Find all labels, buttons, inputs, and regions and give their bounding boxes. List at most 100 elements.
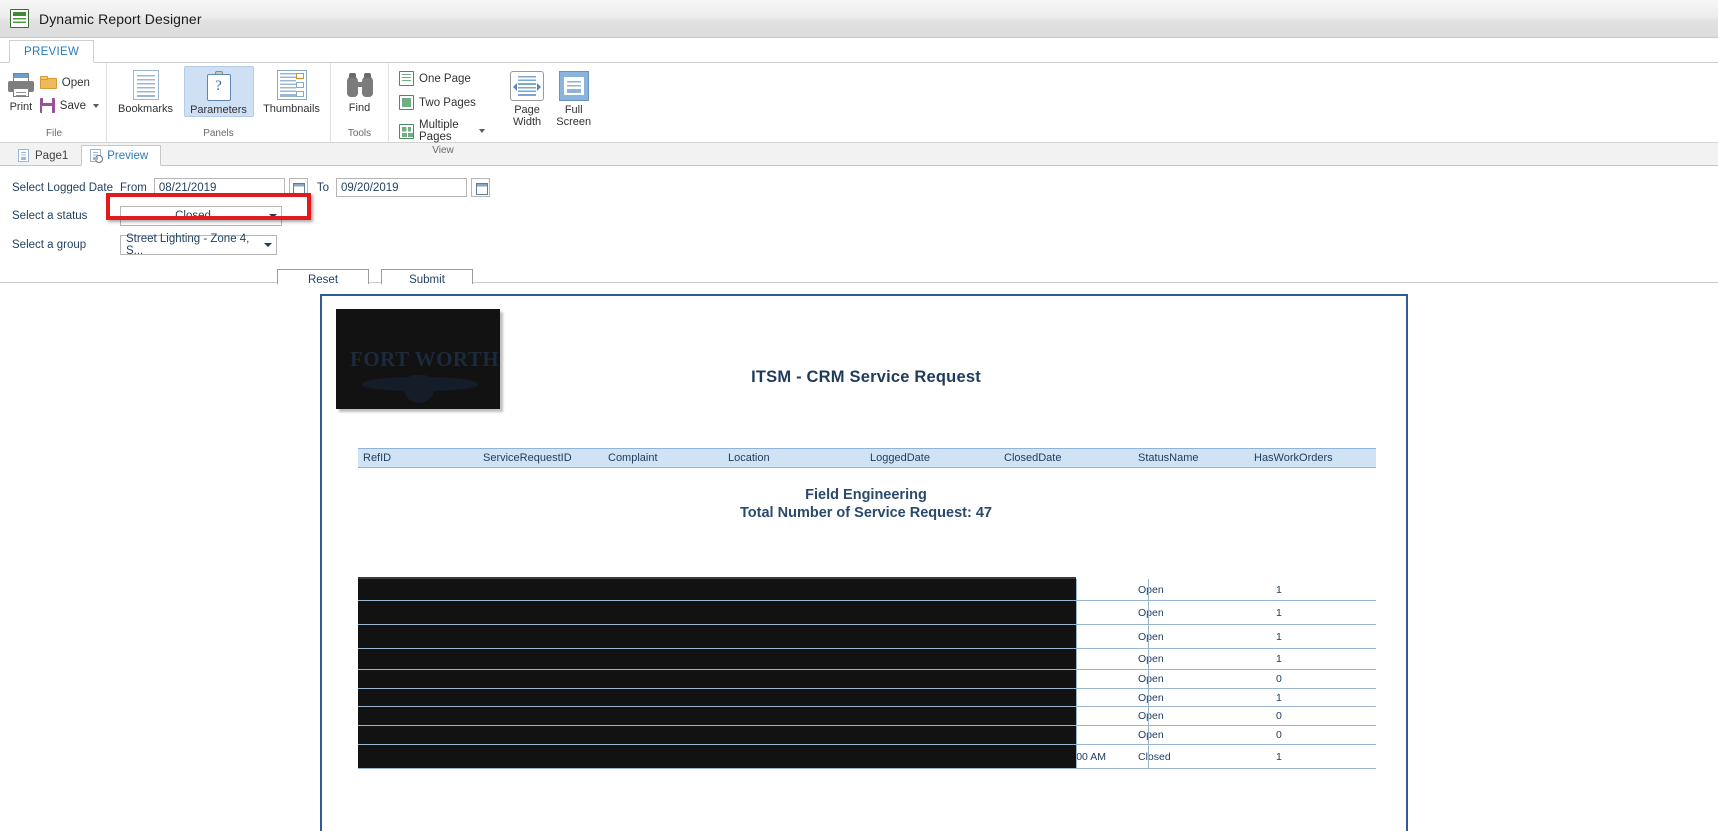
from-calendar-icon[interactable] xyxy=(289,178,308,197)
report-preview-viewer[interactable]: FORT WORTH ITSM - CRM Service Request Re… xyxy=(0,284,1718,831)
table-row: 19-00274451SR-19-027122New Street Light … xyxy=(358,726,1376,745)
page-width-button[interactable]: Page Width xyxy=(504,67,551,128)
column-header-hasworkorders: HasWorkOrders xyxy=(1254,452,1333,464)
cell-statusname: Open xyxy=(1138,710,1164,722)
redaction-overlay xyxy=(358,707,1076,725)
parameters-button[interactable]: ? Parameters xyxy=(184,66,254,117)
chevron-down-icon[interactable] xyxy=(479,129,485,133)
cell-hasworkorders: 1 xyxy=(1276,692,1282,704)
cell-statusname: Closed xyxy=(1138,751,1171,763)
cell-hasworkorders: 1 xyxy=(1276,607,1282,619)
window-title-bar: Dynamic Report Designer xyxy=(0,0,1718,38)
column-header-refid: RefID xyxy=(363,452,391,464)
table-row: 19-00270437SR-19-026795New Street Light … xyxy=(358,649,1376,670)
to-calendar-icon[interactable] xyxy=(471,178,490,197)
ribbon-group-panels-label: Panels xyxy=(109,128,328,142)
from-date-input[interactable] xyxy=(154,178,285,197)
column-header-servicerequestid: ServiceRequestID xyxy=(483,452,572,464)
redaction-overlay xyxy=(358,689,1076,706)
document-tabs: Page1 Preview xyxy=(0,143,1718,166)
bookmarks-label: Bookmarks xyxy=(118,103,173,115)
file-small-buttons: Open Save xyxy=(38,68,104,115)
window-title: Dynamic Report Designer xyxy=(39,11,202,27)
preview-magnifier-icon xyxy=(90,149,101,162)
table-row: 19-00247810SR-19-024376New Street Light … xyxy=(358,601,1376,625)
cell-hasworkorders: 1 xyxy=(1276,653,1282,665)
tab-page1-label: Page1 xyxy=(35,150,68,162)
cell-hasworkorders: 1 xyxy=(1276,631,1282,643)
find-button[interactable]: Find xyxy=(333,69,386,114)
page-width-label-line2: Width xyxy=(513,116,541,128)
column-divider xyxy=(1148,649,1149,669)
group-header: Field Engineering Total Number of Servic… xyxy=(322,486,1410,522)
tab-preview[interactable]: Preview xyxy=(81,145,161,166)
one-page-icon xyxy=(399,71,414,86)
ribbon-group-panels: Bookmarks ? Parameters Thumbnails Panels xyxy=(107,63,331,142)
status-dropdown-value: Closed xyxy=(121,210,265,222)
ribbon: PREVIEW Print Open S xyxy=(0,38,1718,143)
report-table-body: 19-00268712SR-19-026643New Street Light … xyxy=(358,579,1376,769)
two-pages-button[interactable]: Two Pages xyxy=(397,93,490,112)
page-width-label-line1: Page xyxy=(514,104,540,116)
cell-hasworkorders: 1 xyxy=(1276,751,1282,763)
to-date-input[interactable] xyxy=(336,178,467,197)
tab-page1[interactable]: Page1 xyxy=(9,145,81,166)
logged-date-label: Select Logged Date xyxy=(12,182,120,194)
chevron-down-icon[interactable] xyxy=(260,243,276,247)
save-label: Save xyxy=(60,100,86,112)
thumbnails-button[interactable]: Thumbnails xyxy=(257,66,327,115)
ribbon-group-view-items: One Page Two Pages Multiple Pages xyxy=(391,63,597,145)
cell-statusname: Open xyxy=(1138,729,1164,741)
chevron-down-icon[interactable] xyxy=(93,104,99,108)
column-divider xyxy=(1076,579,1077,600)
parameters-panel: Select Logged Date From To Select a stat… xyxy=(0,166,1718,283)
ribbon-group-file-items: Print Open Save xyxy=(4,63,104,128)
redaction-overlay xyxy=(358,601,1076,624)
cell-hasworkorders: 0 xyxy=(1276,710,1282,722)
column-divider xyxy=(1148,625,1149,648)
save-button[interactable]: Save xyxy=(38,96,104,115)
cell-statusname: Open xyxy=(1138,607,1164,619)
multiple-pages-label: Multiple Pages xyxy=(419,119,472,143)
open-button[interactable]: Open xyxy=(38,74,104,92)
tab-preview-label: Preview xyxy=(107,150,148,162)
group-name: Field Engineering xyxy=(322,486,1410,504)
from-label: From xyxy=(120,182,147,194)
multiple-pages-button[interactable]: Multiple Pages xyxy=(397,117,490,145)
redaction-overlay xyxy=(358,745,1076,768)
cell-statusname: Open xyxy=(1138,653,1164,665)
full-screen-label-line2: Screen xyxy=(556,116,591,128)
column-divider xyxy=(1148,689,1149,706)
column-divider xyxy=(1076,726,1077,744)
fort-worth-logo: FORT WORTH xyxy=(336,309,500,409)
print-button[interactable]: Print xyxy=(4,68,38,113)
column-divider xyxy=(1076,745,1077,768)
folder-open-icon xyxy=(40,76,57,90)
two-pages-label: Two Pages xyxy=(419,97,476,109)
group-dropdown[interactable]: Street Lighting - Zone 4, S... xyxy=(120,235,277,255)
ribbon-group-panels-items: Bookmarks ? Parameters Thumbnails xyxy=(109,63,328,128)
full-screen-icon xyxy=(559,71,589,101)
group-label: Select a group xyxy=(12,239,120,251)
group-total: Total Number of Service Request: 47 xyxy=(322,504,1410,522)
param-row-group: Select a group Street Lighting - Zone 4,… xyxy=(0,232,1718,257)
group-dropdown-value: Street Lighting - Zone 4, S... xyxy=(121,233,260,257)
status-dropdown[interactable]: Closed xyxy=(120,206,282,226)
ribbon-tab-strip: PREVIEW xyxy=(0,38,1718,63)
column-divider xyxy=(1148,670,1149,688)
report-table-header: RefIDServiceRequestIDComplaintLocationLo… xyxy=(358,448,1376,468)
full-screen-button[interactable]: Full Screen xyxy=(550,67,597,128)
one-page-button[interactable]: One Page xyxy=(397,69,490,88)
save-floppy-icon xyxy=(40,98,55,113)
chevron-down-icon[interactable] xyxy=(265,214,281,218)
tab-preview[interactable]: PREVIEW xyxy=(9,40,94,63)
bookmarks-button[interactable]: Bookmarks xyxy=(111,66,181,115)
to-label: To xyxy=(317,182,329,194)
column-header-closeddate: ClosedDate xyxy=(1004,452,1061,464)
column-divider xyxy=(1076,689,1077,706)
column-divider xyxy=(1076,625,1077,648)
redaction-overlay xyxy=(358,726,1076,744)
column-divider xyxy=(1076,707,1077,725)
cell-hasworkorders: 1 xyxy=(1276,584,1282,596)
parameters-icon: ? xyxy=(207,71,231,101)
